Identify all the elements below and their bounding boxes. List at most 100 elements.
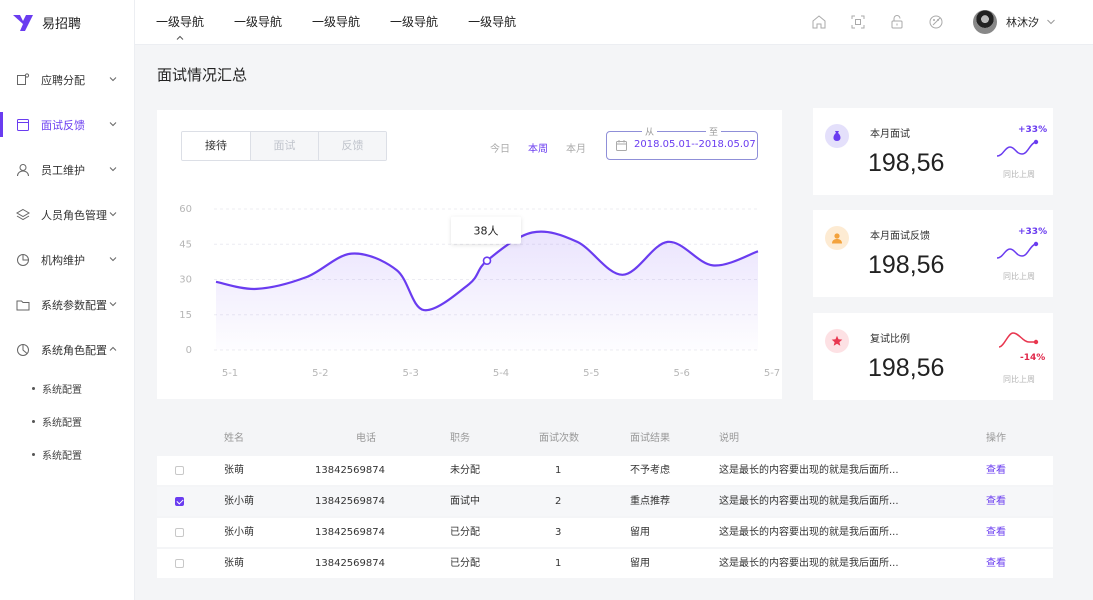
sidebar-item-label: 人员角色管理 [41, 208, 107, 222]
table-row[interactable]: 张小萌 13842569874 已分配 3 留用 这是最长的内容要出现的就是我后… [157, 518, 1053, 547]
sidebar-item-staff-maintenance[interactable]: 员工维护 [0, 147, 134, 192]
sidebar-subitem-system-config[interactable]: 系统配置 [0, 438, 134, 471]
x-tick-label: 5-6 [673, 368, 689, 379]
cell-note: 这是最长的内容要出现的就是我后面所... [719, 558, 899, 569]
sparkline-up [996, 139, 1039, 157]
cell-name: 张小萌 [224, 496, 254, 507]
y-tick-label: 30 [179, 275, 192, 286]
top-bar: 一级导航 一级导航 一级导航 一级导航 一级导航 林沐汐 [135, 0, 1093, 45]
sidebar-item-interview-feedback[interactable]: 面试反馈 [0, 102, 134, 147]
cell-count: 1 [555, 558, 562, 569]
column-header-name[interactable]: 姓名 [224, 429, 244, 449]
column-header-note[interactable]: 说明 [719, 429, 739, 449]
chevron-down-icon [109, 257, 117, 262]
view-link[interactable]: 查看 [986, 549, 1006, 578]
sidebar-subitem-label: 系统配置 [42, 418, 82, 429]
cell-name: 张小萌 [224, 527, 254, 538]
page-title: 面试情况汇总 [157, 66, 248, 84]
sidebar-item-system-params[interactable]: 系统参数配置 [0, 282, 134, 327]
stat-change: -14% [1020, 353, 1046, 363]
sidebar-subitem-label: 系统配置 [42, 385, 82, 396]
column-header-action[interactable]: 操作 [986, 429, 1006, 449]
scan-icon[interactable] [849, 13, 867, 31]
cell-name: 张萌 [224, 465, 244, 476]
stat-change: +33% [1018, 125, 1048, 135]
stat-change: +33% [1018, 227, 1048, 237]
palette-icon[interactable] [927, 13, 945, 31]
top-nav-label: 一级导航 [234, 15, 283, 29]
x-tick-label: 5-2 [312, 368, 328, 379]
top-nav-label: 一级导航 [468, 15, 517, 29]
stat-caption: 同比上周 [1003, 375, 1035, 384]
row-checkbox[interactable] [175, 497, 184, 506]
top-nav-item[interactable]: 一级导航 [468, 0, 516, 45]
top-nav-item[interactable]: 一级导航 [312, 0, 360, 45]
home-icon[interactable] [810, 13, 828, 31]
avatar [973, 10, 997, 34]
chart-card: 接待 面试 反馈 今日 本周 本月 从 至 2018.05.01--2018.0… [157, 110, 782, 399]
lock-icon[interactable] [888, 13, 906, 31]
sidebar-item-label: 应聘分配 [41, 73, 85, 87]
sidebar-item-label: 系统角色配置 [41, 343, 107, 357]
user-menu[interactable]: 林沐汐 [973, 10, 1056, 34]
user-icon [16, 163, 30, 177]
chevron-down-icon [1047, 19, 1055, 25]
bullet-dot [32, 420, 35, 423]
y-tick-label: 0 [186, 345, 192, 356]
cell-note: 这是最长的内容要出现的就是我后面所... [719, 496, 899, 507]
pie-chart-icon [16, 253, 30, 267]
row-checkbox[interactable] [175, 528, 184, 537]
x-tick-label: 5-4 [493, 368, 509, 379]
table-row[interactable]: 张萌 13842569874 已分配 1 留用 这是最长的内容要出现的就是我后面… [157, 549, 1053, 578]
message-square-icon [16, 72, 30, 87]
column-header-count[interactable]: 面试次数 [539, 429, 579, 449]
cell-role: 未分配 [450, 465, 480, 476]
view-link[interactable]: 查看 [986, 456, 1006, 485]
chart-tooltip-text: 38人 [474, 225, 499, 238]
cell-phone: 13842569874 [315, 527, 385, 538]
chart-area [216, 231, 758, 350]
sidebar-subitem-label: 系统配置 [42, 451, 82, 462]
row-checkbox[interactable] [175, 559, 184, 568]
sidebar-item-system-roles[interactable]: 系统角色配置 [0, 327, 134, 372]
top-nav-item[interactable]: 一级导航 [156, 0, 204, 45]
column-header-result[interactable]: 面试结果 [630, 429, 670, 449]
chevron-down-icon [109, 167, 117, 172]
sidebar-subitem-system-config[interactable]: 系统配置 [0, 372, 134, 405]
sidebar-item-role-management[interactable]: 人员角色管理 [0, 192, 134, 237]
username: 林沐汐 [1006, 16, 1039, 29]
view-link[interactable]: 查看 [986, 518, 1006, 547]
top-nav-item[interactable]: 一级导航 [390, 0, 438, 45]
folder-icon [16, 298, 30, 312]
table-row[interactable]: 张小萌 13842569874 面试中 2 重点推荐 这是最长的内容要出现的就是… [157, 487, 1053, 516]
top-nav-item[interactable]: 一级导航 [234, 0, 282, 45]
sidebar-item-org-maintenance[interactable]: 机构维护 [0, 237, 134, 282]
stat-label: 本月面试反馈 [870, 231, 930, 242]
sidebar-item-application-assign[interactable]: 应聘分配 [0, 57, 134, 102]
row-checkbox[interactable] [175, 466, 184, 475]
y-tick-label: 45 [179, 239, 192, 250]
y-tick-label: 60 [179, 204, 192, 215]
sparkline-up [996, 241, 1039, 259]
stat-card-monthly-feedback: 本月面试反馈 198,56 +33% 同比上周 [813, 210, 1053, 297]
stat-card-monthly-interviews: 本月面试 198,56 +33% 同比上周 [813, 108, 1053, 195]
sidebar-subitem-system-config[interactable]: 系统配置 [0, 405, 134, 438]
sidebar-item-label: 员工维护 [41, 163, 85, 177]
table-row[interactable]: 张萌 13842569874 未分配 1 不予考虑 这是最长的内容要出现的就是我… [157, 456, 1053, 485]
column-header-role[interactable]: 职务 [450, 429, 470, 449]
line-chart: 0 15 30 45 60 5-1 5-2 5-3 5-4 5-5 5-6 5-7 38人 [179, 204, 780, 379]
cell-role: 面试中 [450, 496, 480, 507]
sidebar-menu: 应聘分配 面试反馈 员工维护 人员角色管理 机构维护 系统参数配置 系统角色配置… [0, 57, 134, 471]
column-header-phone[interactable]: 电话 [356, 429, 376, 449]
cell-count: 3 [555, 527, 562, 538]
cell-role: 已分配 [450, 558, 480, 569]
stat-caption: 同比上周 [1003, 170, 1035, 179]
bullet-dot [32, 453, 35, 456]
money-bag-icon [825, 124, 849, 148]
stat-label: 本月面试 [870, 129, 910, 140]
chart-highlight-point[interactable] [482, 256, 492, 265]
cell-result: 留用 [630, 527, 650, 538]
view-link[interactable]: 查看 [986, 487, 1006, 516]
cell-count: 1 [555, 465, 562, 476]
logo[interactable]: 易招聘 [0, 0, 134, 45]
